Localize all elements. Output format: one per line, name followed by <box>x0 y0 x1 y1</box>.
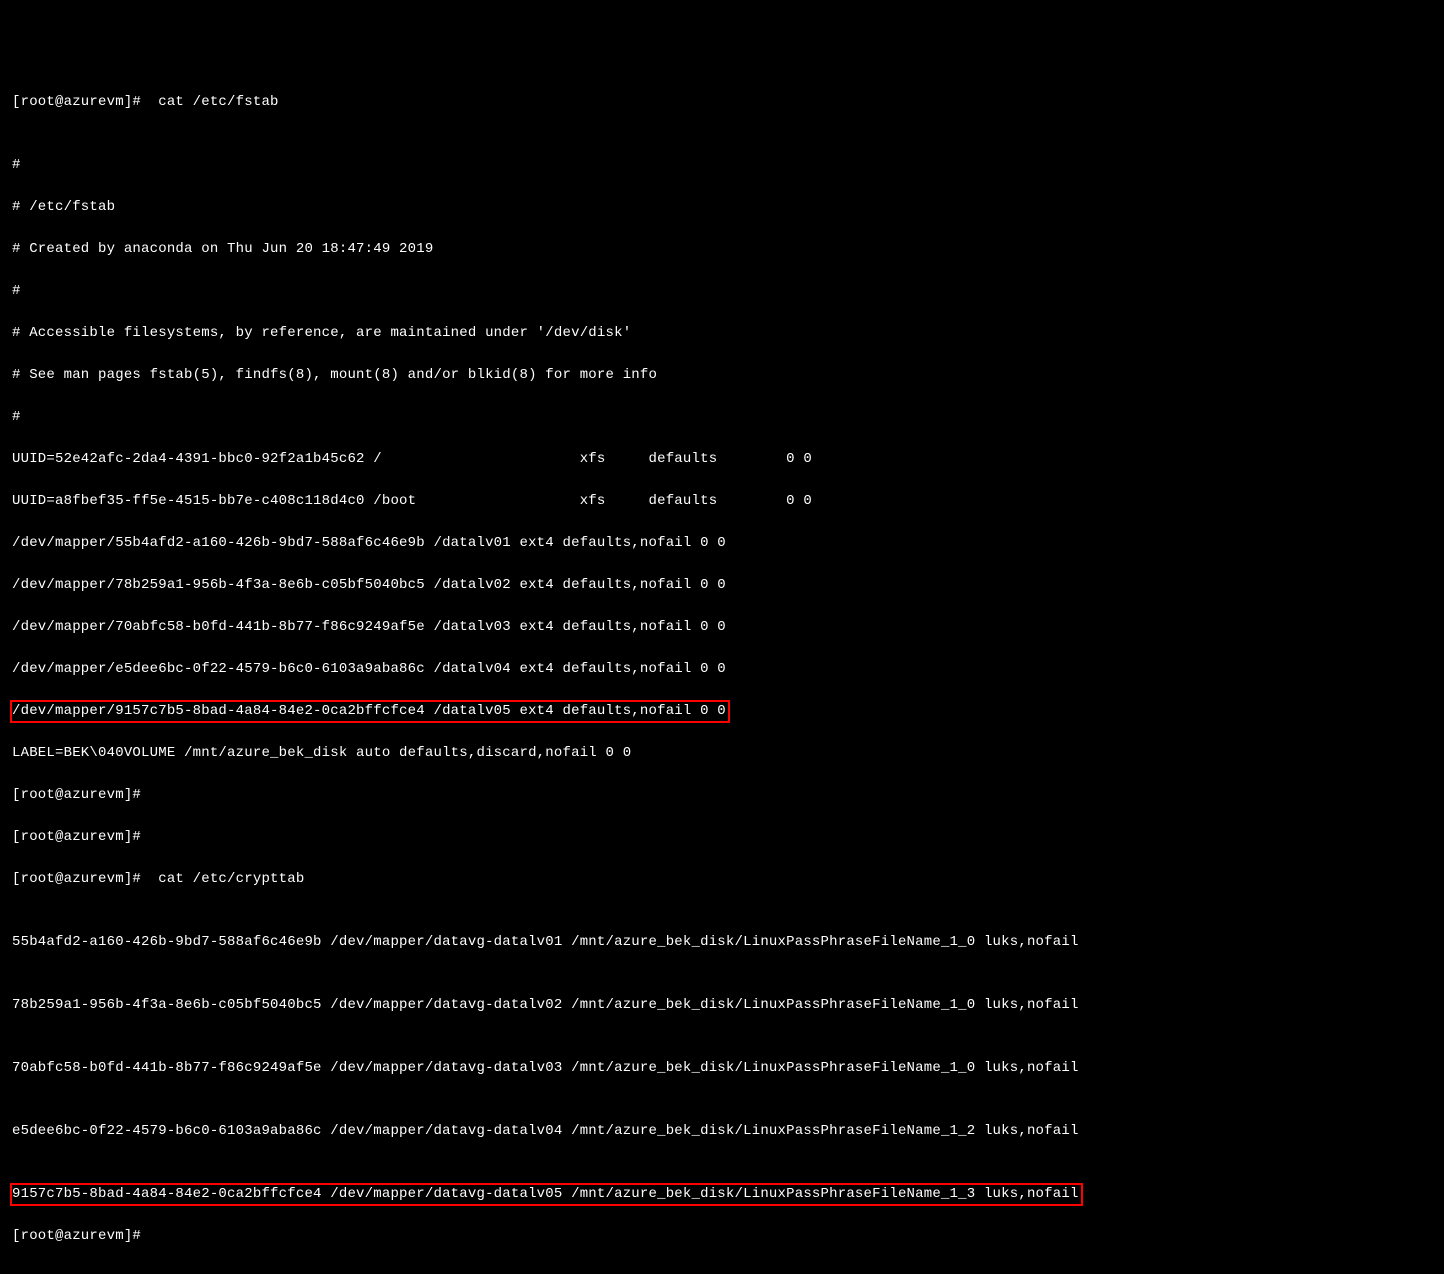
prompt-fstab: [root@azurevm]# cat /etc/fstab <box>12 92 1432 113</box>
fstab-entry-datalv04: /dev/mapper/e5dee6bc-0f22-4579-b6c0-6103… <box>12 659 1432 680</box>
crypttab-entry-5-highlighted: 9157c7b5-8bad-4a84-84e2-0ca2bffcfce4 /de… <box>12 1184 1079 1205</box>
fstab-comment: # /etc/fstab <box>12 197 1432 218</box>
fstab-comment: # <box>12 281 1432 302</box>
fstab-entry-datalv01: /dev/mapper/55b4afd2-a160-426b-9bd7-588a… <box>12 533 1432 554</box>
fstab-comment: # See man pages fstab(5), findfs(8), mou… <box>12 365 1432 386</box>
fstab-entry-datalv02: /dev/mapper/78b259a1-956b-4f3a-8e6b-c05b… <box>12 575 1432 596</box>
prompt-empty: [root@azurevm]# <box>12 785 1432 806</box>
fstab-entry-boot: UUID=a8fbef35-ff5e-4515-bb7e-c408c118d4c… <box>12 491 1432 512</box>
prompt-crypttab: [root@azurevm]# cat /etc/crypttab <box>12 869 1432 890</box>
fstab-comment: # Accessible filesystems, by reference, … <box>12 323 1432 344</box>
crypttab-entry-4: e5dee6bc-0f22-4579-b6c0-6103a9aba86c /de… <box>12 1121 1432 1142</box>
fstab-entry-datalv03: /dev/mapper/70abfc58-b0fd-441b-8b77-f86c… <box>12 617 1432 638</box>
prompt-end: [root@azurevm]# <box>12 1226 1432 1247</box>
fstab-entry-datalv05-highlighted: /dev/mapper/9157c7b5-8bad-4a84-84e2-0ca2… <box>12 701 726 722</box>
fstab-comment: # Created by anaconda on Thu Jun 20 18:4… <box>12 239 1432 260</box>
crypttab-entry-1: 55b4afd2-a160-426b-9bd7-588af6c46e9b /de… <box>12 932 1432 953</box>
fstab-comment: # <box>12 155 1432 176</box>
crypttab-entry-2: 78b259a1-956b-4f3a-8e6b-c05bf5040bc5 /de… <box>12 995 1432 1016</box>
fstab-entry-bek: LABEL=BEK\040VOLUME /mnt/azure_bek_disk … <box>12 743 1432 764</box>
fstab-comment: # <box>12 407 1432 428</box>
prompt-empty: [root@azurevm]# <box>12 827 1432 848</box>
fstab-entry-root: UUID=52e42afc-2da4-4391-bbc0-92f2a1b45c6… <box>12 449 1432 470</box>
crypttab-entry-3: 70abfc58-b0fd-441b-8b77-f86c9249af5e /de… <box>12 1058 1432 1079</box>
